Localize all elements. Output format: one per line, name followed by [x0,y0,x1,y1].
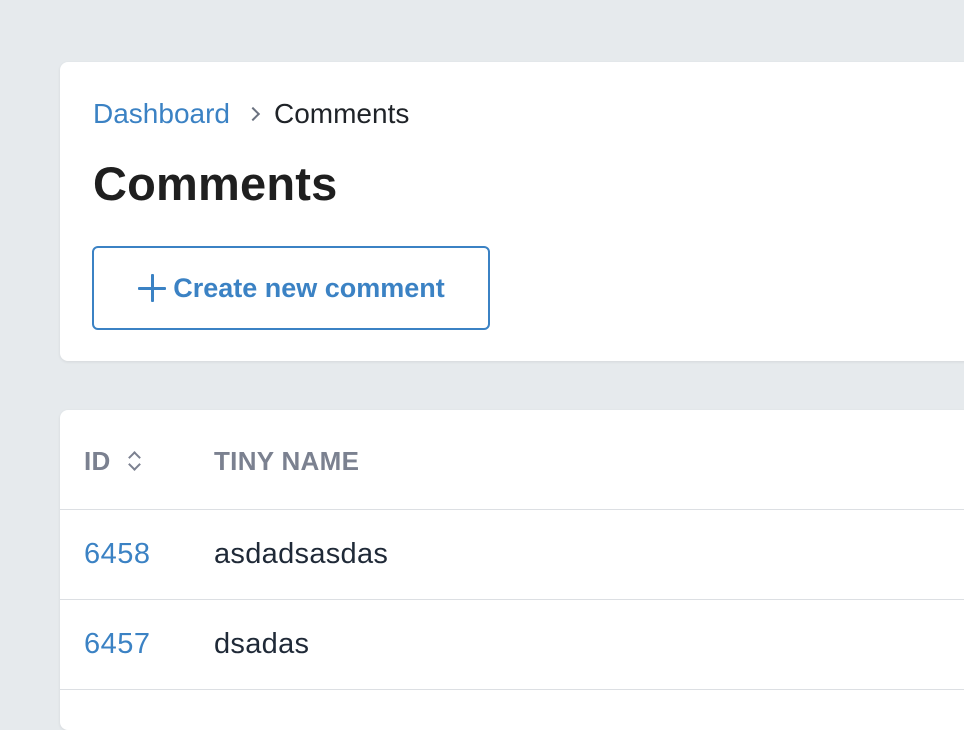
breadcrumb: Dashboard Comments [93,96,409,132]
row-id-link[interactable]: 6458 [84,538,151,571]
page-title: Comments [93,157,338,210]
row-tiny-name: asdadsasdas [214,538,389,570]
table-row-partial [60,690,964,710]
column-header-tiny-name: TINY NAME [214,446,360,476]
row-tiny-name: dsadas [214,628,310,660]
sort-icon[interactable] [128,450,142,472]
chevron-right-icon [248,108,260,120]
breadcrumb-current: Comments [273,98,410,129]
create-new-comment-button[interactable]: Create new comment [92,246,490,330]
column-header-id[interactable]: ID [84,446,111,477]
create-new-comment-label: Create new comment [173,272,445,303]
row-id-link[interactable]: 6457 [84,628,151,661]
table-row[interactable]: 6457 dsadas [60,600,964,690]
table-row[interactable]: 6458 asdadsasdas [60,510,964,600]
breadcrumb-dashboard-link[interactable]: Dashboard [93,98,230,130]
table-header: ID TINY NAME [60,410,964,510]
plus-icon [137,273,167,303]
